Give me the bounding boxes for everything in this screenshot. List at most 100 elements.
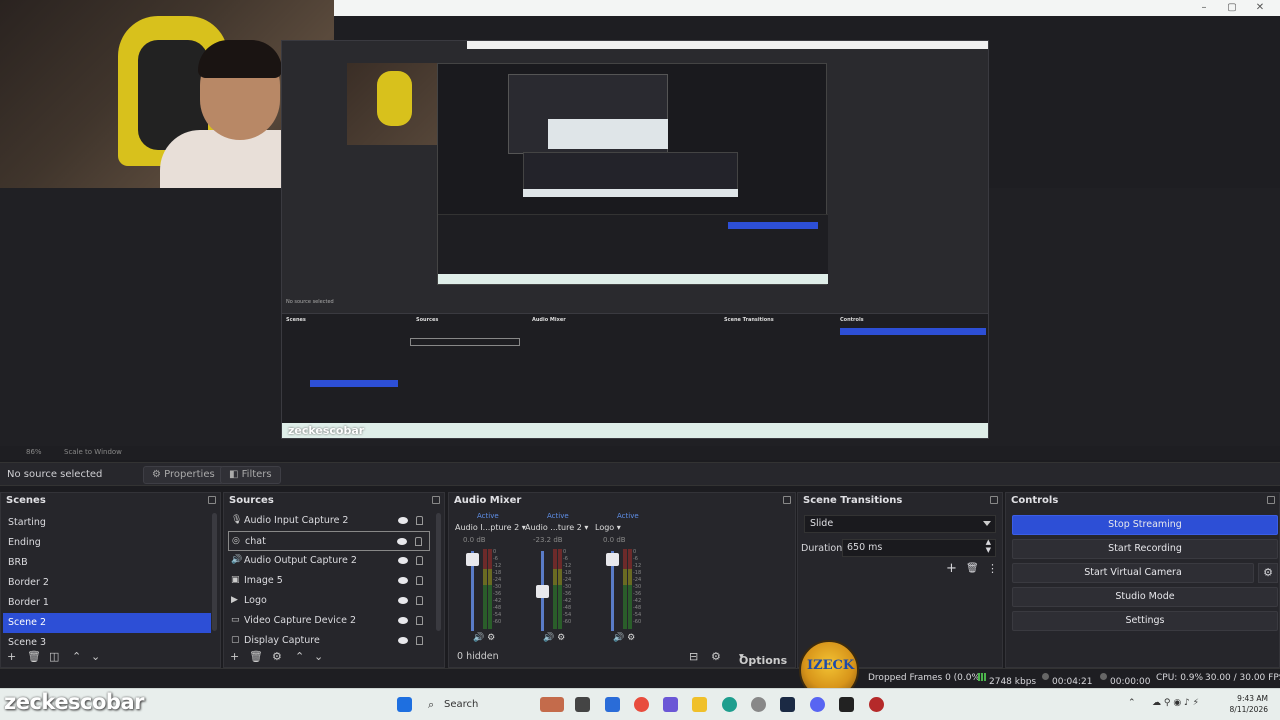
scene-item[interactable]: Border 2 <box>3 573 211 593</box>
dock-float-icon[interactable] <box>208 496 216 504</box>
level-meter <box>623 549 627 629</box>
source-item[interactable]: 🔊 Audio Output Capture 2 <box>228 551 430 571</box>
channel-name[interactable]: Audio ...ture 2 ▾ <box>525 523 588 532</box>
start-icon[interactable] <box>397 697 412 712</box>
file-explorer-icon[interactable] <box>692 697 707 712</box>
source-item[interactable]: ▭ Video Capture Device 2 <box>228 611 430 631</box>
stop-streaming-button[interactable]: Stop Streaming <box>1012 515 1278 535</box>
eye-icon[interactable] <box>397 538 407 545</box>
start-virtual-camera-button[interactable]: Start Virtual Camera <box>1012 563 1254 583</box>
add-source-icon[interactable]: + <box>230 650 239 663</box>
move-up-icon[interactable]: ⌃ <box>72 650 81 663</box>
store-icon[interactable] <box>605 697 620 712</box>
media-icon: ▶ <box>231 595 238 605</box>
channel-controls[interactable]: 🔊 ⚙ <box>473 633 495 643</box>
scenes-title: Scenes <box>6 495 46 506</box>
advanced-audio-icon[interactable]: ⚙ <box>711 650 721 663</box>
no-source-label: No source selected <box>7 469 103 480</box>
speaker-icon: 🔊 <box>543 633 555 643</box>
move-down-icon[interactable]: ⌄ <box>314 650 323 663</box>
eye-icon[interactable] <box>398 577 408 584</box>
teams-icon[interactable] <box>663 697 678 712</box>
eye-icon[interactable] <box>398 597 408 604</box>
dock-float-icon[interactable] <box>1267 496 1275 504</box>
scene-item[interactable]: BRB <box>3 553 211 573</box>
filters-button[interactable]: ◧ Filters <box>220 466 281 484</box>
obs-icon[interactable] <box>869 697 884 712</box>
lock-icon[interactable] <box>416 576 423 585</box>
steam-icon[interactable] <box>780 697 795 712</box>
lock-icon[interactable] <box>416 616 423 625</box>
dock-float-icon[interactable] <box>783 496 791 504</box>
volume-fader-knob[interactable] <box>466 553 479 566</box>
add-transition-icon[interactable]: + <box>946 561 957 576</box>
studio-mode-button[interactable]: Studio Mode <box>1012 587 1278 607</box>
layout-icon[interactable]: ⊟ <box>689 650 698 663</box>
channel-controls[interactable]: 🔊 ⚙ <box>543 633 565 643</box>
eye-icon[interactable] <box>398 617 408 624</box>
move-up-icon[interactable]: ⌃ <box>295 650 304 663</box>
edge-icon[interactable] <box>722 697 737 712</box>
sources-scrollbar[interactable] <box>436 513 441 631</box>
eye-icon[interactable] <box>398 517 408 524</box>
eye-icon[interactable] <box>398 557 408 564</box>
volume-fader-knob[interactable] <box>536 585 549 598</box>
channel-controls[interactable]: 🔊 ⚙ <box>613 633 635 643</box>
more-options-icon[interactable]: ⋮ <box>987 562 998 575</box>
dock-float-icon[interactable] <box>990 496 998 504</box>
remove-transition-icon[interactable]: 🗑 <box>966 563 979 574</box>
dock-float-icon[interactable] <box>432 496 440 504</box>
lock-icon[interactable] <box>416 636 423 645</box>
maximize-icon[interactable]: ▢ <box>1226 2 1238 14</box>
image-icon: ▣ <box>231 575 240 585</box>
source-item[interactable]: 🎙 Audio Input Capture 2 <box>228 511 430 531</box>
transition-select[interactable]: Slide <box>804 515 996 533</box>
lock-icon[interactable] <box>416 516 423 525</box>
source-item[interactable]: ▣ Image 5 <box>228 571 430 591</box>
lock-icon[interactable] <box>415 537 422 546</box>
scene-item[interactable]: Starting <box>3 513 211 533</box>
mixer-options-button[interactable]: Options ▾ <box>739 651 787 667</box>
scene-filters-icon[interactable]: ◫ <box>49 650 59 663</box>
eye-icon[interactable] <box>398 637 408 644</box>
volume-fader-knob[interactable] <box>606 553 619 566</box>
scene-item[interactable]: Scene 2 <box>3 613 211 633</box>
source-properties-icon[interactable]: ⚙ <box>272 650 282 663</box>
source-label: Logo <box>244 595 267 606</box>
properties-button[interactable]: ⚙ Properties <box>143 466 224 484</box>
move-down-icon[interactable]: ⌄ <box>91 650 100 663</box>
scene-item[interactable]: Border 1 <box>3 593 211 613</box>
virtual-camera-settings-icon[interactable]: ⚙ <box>1258 563 1278 583</box>
epic-icon[interactable] <box>839 697 854 712</box>
source-item[interactable]: ▶ Logo <box>228 591 430 611</box>
transitions-title: Scene Transitions <box>803 495 903 506</box>
scene-item[interactable]: Ending <box>3 533 211 553</box>
tray-icons[interactable]: ☁ ⚲ ◉ ♪ ⚡ <box>1152 698 1199 708</box>
level-meter <box>483 549 487 629</box>
settings-app-icon[interactable] <box>751 697 766 712</box>
discord-icon[interactable] <box>810 697 825 712</box>
start-recording-button[interactable]: Start Recording <box>1012 539 1278 559</box>
lock-icon[interactable] <box>416 556 423 565</box>
taskbar-clock[interactable]: 9:43 AM 8/11/2026 <box>1230 693 1268 715</box>
settings-button[interactable]: Settings <box>1012 611 1278 631</box>
scenes-scrollbar[interactable] <box>212 513 217 631</box>
close-icon[interactable]: ✕ <box>1254 2 1266 14</box>
add-scene-icon[interactable]: + <box>7 650 16 663</box>
tray-chevron-icon[interactable]: ⌃ <box>1128 698 1136 708</box>
remove-scene-icon[interactable]: 🗑 <box>27 650 41 663</box>
task-view-icon[interactable] <box>575 697 590 712</box>
lock-icon[interactable] <box>416 596 423 605</box>
chevron-down-icon <box>983 521 991 526</box>
audio-mixer-title: Audio Mixer <box>454 495 522 506</box>
remove-source-icon[interactable]: 🗑 <box>249 650 263 663</box>
minimize-icon[interactable]: – <box>1198 2 1210 14</box>
channel-name[interactable]: Audio I...pture 2 ▾ <box>455 523 526 532</box>
duration-input[interactable]: 650 ms ▲ ▼ <box>842 538 996 557</box>
speaker-icon: 🔊 <box>613 633 625 643</box>
widget-icon[interactable] <box>540 697 564 712</box>
source-item[interactable]: ◎ chat <box>228 531 430 551</box>
app-icon[interactable] <box>634 697 649 712</box>
filter-icon: ◧ <box>229 469 242 480</box>
channel-name[interactable]: Logo ▾ <box>595 523 621 532</box>
